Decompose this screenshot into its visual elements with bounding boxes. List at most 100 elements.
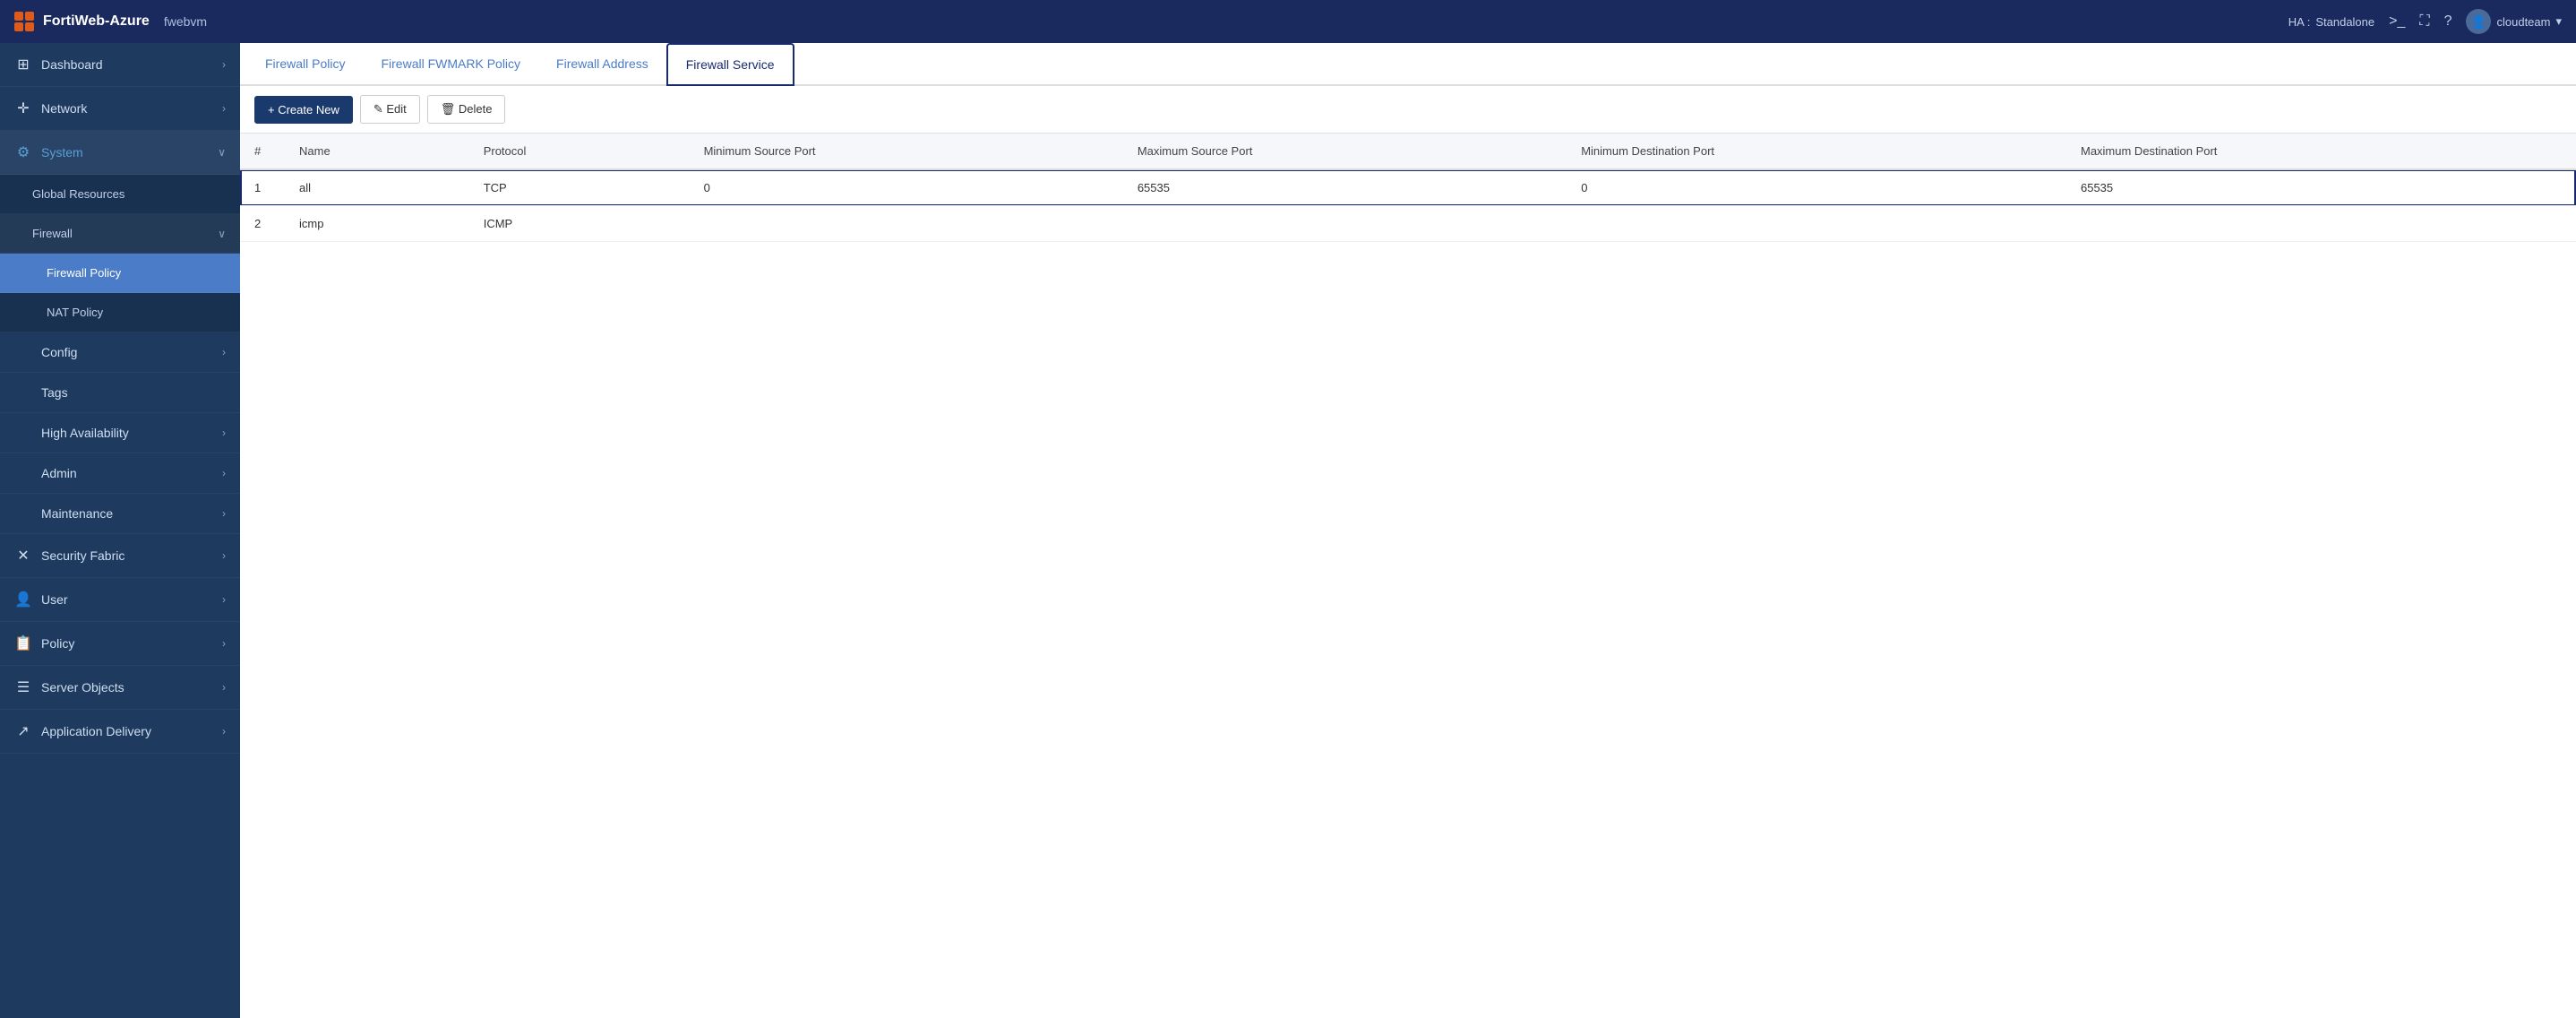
tab-firewall-service[interactable]: Firewall Service xyxy=(666,43,794,86)
sidebar-label-maintenance: Maintenance xyxy=(41,506,113,521)
col-min-dst: Minimum Destination Port xyxy=(1567,134,2066,169)
row-1-cell-1: icmp xyxy=(285,206,469,242)
user-icon: 👤 xyxy=(14,591,32,608)
sidebar-item-admin[interactable]: Admin › xyxy=(0,453,240,494)
delete-button[interactable]: 🗑 Delete xyxy=(427,95,506,124)
table-row[interactable]: 2icmpICMP xyxy=(240,206,2576,242)
tab-bar: Firewall Policy Firewall FWMARK Policy F… xyxy=(240,43,2576,86)
sidebar-label-dashboard: Dashboard xyxy=(41,57,103,72)
row-0-cell-3: 0 xyxy=(690,169,1123,206)
sidebar-label-config: Config xyxy=(41,345,77,359)
sidebar-label-global-resources: Global Resources xyxy=(32,187,125,201)
chevron-right-icon: › xyxy=(222,637,226,650)
main-layout: ⊞ Dashboard › ✛ Network › ⚙ System ∨ xyxy=(0,43,2576,1018)
sidebar-item-maintenance[interactable]: Maintenance › xyxy=(0,494,240,534)
sidebar-item-network[interactable]: ✛ Network › xyxy=(0,87,240,131)
sidebar-item-global-resources[interactable]: Global Resources xyxy=(0,175,240,214)
sidebar-item-application-delivery[interactable]: ↗ Application Delivery › xyxy=(0,710,240,754)
sidebar-label-nat-policy: NAT Policy xyxy=(47,306,103,319)
chevron-right-icon: › xyxy=(222,346,226,358)
sidebar-item-user[interactable]: 👤 User › xyxy=(0,578,240,622)
network-icon: ✛ xyxy=(14,99,32,117)
chevron-right-icon: › xyxy=(222,681,226,694)
firewall-service-table: # Name Protocol Minimum Source Port Maxi… xyxy=(240,134,2576,242)
tab-firewall-policy[interactable]: Firewall Policy xyxy=(247,44,363,85)
security-fabric-icon: ✕ xyxy=(14,547,32,565)
sidebar-item-firewall-policy[interactable]: Firewall Policy xyxy=(0,254,240,293)
row-1-cell-5 xyxy=(1567,206,2066,242)
col-protocol: Protocol xyxy=(469,134,690,169)
terminal-icon[interactable]: >_ xyxy=(2389,13,2405,30)
row-0-cell-0: 1 xyxy=(240,169,285,206)
table-area: # Name Protocol Minimum Source Port Maxi… xyxy=(240,134,2576,1018)
server-objects-icon: ☰ xyxy=(14,678,32,696)
col-min-src: Minimum Source Port xyxy=(690,134,1123,169)
edit-button[interactable]: ✎ Edit xyxy=(360,95,420,124)
create-new-label: + Create New xyxy=(268,103,339,116)
sidebar-item-system[interactable]: ⚙ System ∨ xyxy=(0,131,240,175)
sidebar-label-application-delivery: Application Delivery xyxy=(41,724,151,738)
sidebar-item-firewall[interactable]: Firewall ∨ xyxy=(0,214,240,254)
row-0-cell-5: 0 xyxy=(1567,169,2066,206)
sidebar-item-security-fabric[interactable]: ✕ Security Fabric › xyxy=(0,534,240,578)
sidebar-item-nat-policy[interactable]: NAT Policy xyxy=(0,293,240,332)
top-header: FortiWeb-Azure fwebvm HA : Standalone >_… xyxy=(0,0,2576,43)
user-menu[interactable]: 👤 cloudteam ▾ xyxy=(2466,9,2562,34)
delete-label: 🗑 Delete xyxy=(441,102,493,116)
sidebar-label-security-fabric: Security Fabric xyxy=(41,548,125,563)
sidebar-label-tags: Tags xyxy=(41,385,68,400)
sidebar-item-high-availability[interactable]: High Availability › xyxy=(0,413,240,453)
sidebar-item-config[interactable]: Config › xyxy=(0,332,240,373)
row-1-cell-0: 2 xyxy=(240,206,285,242)
chevron-down-icon: ∨ xyxy=(218,228,226,240)
ha-label: HA : xyxy=(2288,15,2311,29)
chevron-right-icon: › xyxy=(222,593,226,606)
toolbar: + Create New ✎ Edit 🗑 Delete xyxy=(240,86,2576,134)
chevron-right-icon: › xyxy=(222,507,226,520)
row-1-cell-2: ICMP xyxy=(469,206,690,242)
sidebar-item-server-objects[interactable]: ☰ Server Objects › xyxy=(0,666,240,710)
fullscreen-icon[interactable]: ⛶ xyxy=(2419,13,2429,30)
logo-area: FortiWeb-Azure fwebvm xyxy=(14,12,207,31)
sidebar-label-firewall: Firewall xyxy=(32,227,73,240)
sidebar-label-user: User xyxy=(41,592,68,607)
sidebar-sub-system: Global Resources Firewall ∨ Firewall Pol… xyxy=(0,175,240,332)
row-1-cell-6 xyxy=(2066,206,2576,242)
sidebar-item-tags[interactable]: Tags xyxy=(0,373,240,413)
sidebar-label-admin: Admin xyxy=(41,466,77,480)
dashboard-icon: ⊞ xyxy=(14,56,32,73)
policy-icon: 📋 xyxy=(14,634,32,652)
help-icon[interactable]: ? xyxy=(2444,13,2452,30)
col-max-dst: Maximum Destination Port xyxy=(2066,134,2576,169)
chevron-right-icon: › xyxy=(222,427,226,439)
table-row[interactable]: 1allTCP065535065535 xyxy=(240,169,2576,206)
chevron-right-icon: › xyxy=(222,58,226,71)
chevron-right-icon: › xyxy=(222,725,226,738)
row-0-cell-4: 65535 xyxy=(1123,169,1567,206)
create-new-button[interactable]: + Create New xyxy=(254,96,353,124)
sidebar-item-policy[interactable]: 📋 Policy › xyxy=(0,622,240,666)
tab-firewall-address[interactable]: Firewall Address xyxy=(538,44,666,85)
header-right: HA : Standalone >_ ⛶ ? 👤 cloudteam ▾ xyxy=(2288,9,2562,34)
col-num: # xyxy=(240,134,285,169)
user-dropdown-icon: ▾ xyxy=(2555,14,2562,29)
system-icon: ⚙ xyxy=(14,143,32,161)
row-0-cell-6: 65535 xyxy=(2066,169,2576,206)
ha-value: Standalone xyxy=(2315,15,2374,29)
app-logo xyxy=(14,12,34,31)
col-max-src: Maximum Source Port xyxy=(1123,134,1567,169)
user-avatar: 👤 xyxy=(2466,9,2491,34)
sidebar-label-server-objects: Server Objects xyxy=(41,680,125,694)
username: cloudteam xyxy=(2496,15,2550,29)
chevron-down-icon: ∨ xyxy=(218,146,226,159)
chevron-right-icon: › xyxy=(222,467,226,479)
col-name: Name xyxy=(285,134,469,169)
row-1-cell-3 xyxy=(690,206,1123,242)
sidebar-item-dashboard[interactable]: ⊞ Dashboard › xyxy=(0,43,240,87)
edit-label: ✎ Edit xyxy=(374,102,407,116)
row-0-cell-1: all xyxy=(285,169,469,206)
app-delivery-icon: ↗ xyxy=(14,722,32,740)
tab-firewall-fwmark[interactable]: Firewall FWMARK Policy xyxy=(363,44,538,85)
chevron-right-icon: › xyxy=(222,549,226,562)
app-hostname: fwebvm xyxy=(164,14,207,29)
